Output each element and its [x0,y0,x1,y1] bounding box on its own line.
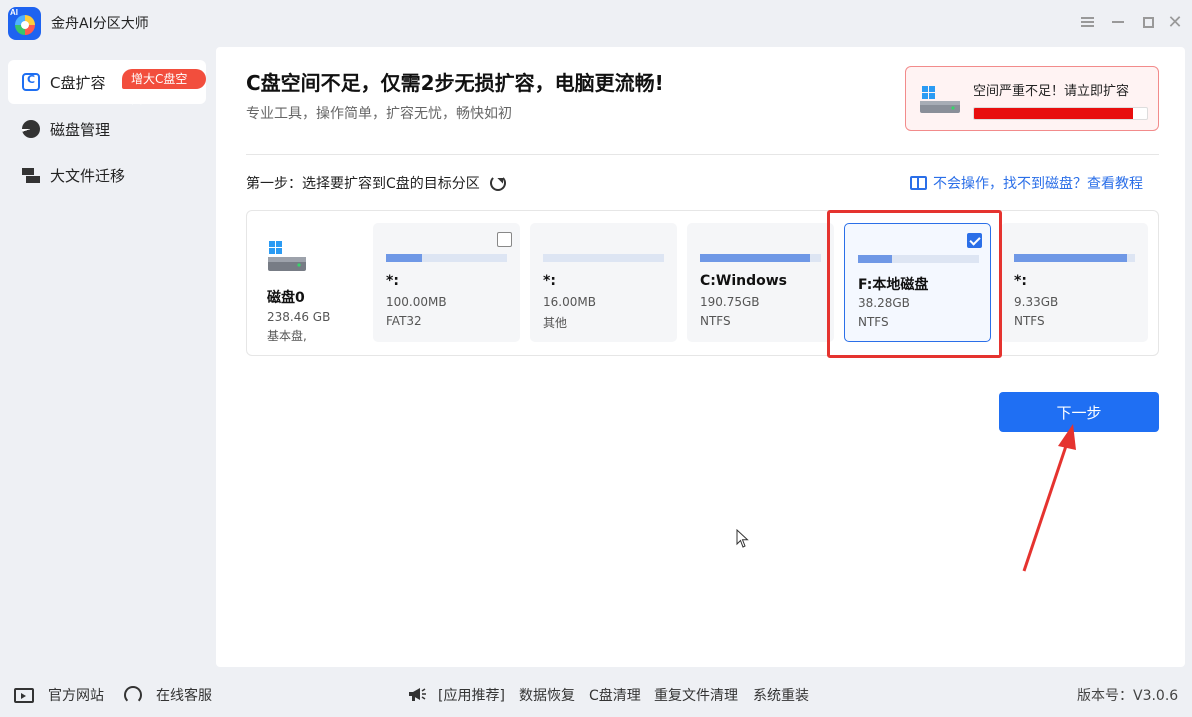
partition-checkbox-checked[interactable] [967,233,982,248]
partition-name: F:本地磁盘 [858,277,929,293]
divider [246,154,1159,155]
partition-size: 100.00MB [386,295,447,309]
mouse-cursor-icon [736,529,749,548]
space-warning-card[interactable]: 空间严重不足！请立即扩容 [905,66,1159,131]
title-bar: AI 金舟AI分区大师 ✕ [0,0,1192,46]
page-subtitle: 专业工具，操作简单，扩容无忧，畅快如初 [246,106,512,122]
partition-checkbox[interactable] [497,232,512,247]
partition-size: 9.33GB [1014,295,1059,309]
partition-usage-bar [1014,254,1135,262]
sidebar-item-c-expand[interactable]: C盘扩容 增大C盘空间 [8,60,206,106]
partition-usage-fill [386,254,423,262]
space-warning-text: 空间严重不足！请立即扩容 [973,84,1130,99]
sidebar-item-disk-manage[interactable]: 磁盘管理 [8,107,206,151]
disk-type: 基本盘, [267,329,307,343]
partition-size: 38.28GB [858,296,910,310]
partition-name: *: [543,273,556,289]
partition-card[interactable]: C:Windows 190.75GB NTFS [687,223,834,342]
c-drive-icon [22,73,40,91]
partition-usage-bar [386,254,507,262]
partition-card[interactable]: *: 9.33GB NTFS [1001,223,1148,342]
page-title: C盘空间不足，仅需2步无损扩容，电脑更流畅! [246,71,664,95]
help-link-text: 不会操作，找不到磁盘？查看教程 [933,176,1143,192]
partition-usage-bar [700,254,821,262]
sidebar-item-label: 磁盘管理 [50,120,111,139]
partition-usage-fill [1014,254,1127,262]
sidebar-badge: 增大C盘空间 [122,69,206,106]
sidebar-item-file-migrate[interactable]: 大文件迁移 [8,153,206,197]
footer-link-data-recovery[interactable]: 数据恢复 [519,685,575,705]
footer: 官方网站 在线客服 [应用推荐] 数据恢复 C盘清理 重复文件清理 系统重装 版… [0,672,1192,717]
menu-icon[interactable] [1077,12,1097,32]
space-usage-bar [973,107,1148,120]
hard-disk-icon [268,241,306,271]
partition-usage-bar [858,255,979,263]
partition-card-selected[interactable]: F:本地磁盘 38.28GB NTFS [844,223,991,342]
sidebar-item-label: 大文件迁移 [50,166,126,185]
partition-filesystem: NTFS [1014,314,1045,328]
partition-card[interactable]: *: 100.00MB FAT32 [373,223,520,342]
low-space-drive-icon [920,86,960,113]
partition-filesystem: FAT32 [386,314,422,328]
disk-row: 磁盘0 238.46 GB 基本盘, *: 100.00MB FAT32 *: … [246,210,1159,356]
partition-name: C:Windows [700,273,787,289]
partition-card[interactable]: *: 16.00MB 其他 [530,223,677,342]
close-icon[interactable]: ✕ [1165,12,1185,33]
maximize-icon[interactable] [1138,12,1158,32]
partition-filesystem: 其他 [543,316,568,330]
pie-chart-icon [22,120,40,138]
sidebar-item-label: C盘扩容 [50,73,106,92]
megaphone-icon [409,688,426,701]
footer-link-duplicate-clean[interactable]: 重复文件清理 [654,685,738,705]
partition-filesystem: NTFS [858,315,889,329]
disk-info: 磁盘0 238.46 GB 基本盘, [267,239,367,344]
app-logo-icon: AI [8,7,41,40]
logo-ai-text: AI [10,8,18,17]
partition-size: 190.75GB [700,295,760,309]
partition-filesystem: NTFS [700,314,731,328]
minimize-icon[interactable] [1108,12,1128,32]
main-panel: C盘空间不足，仅需2步无损扩容，电脑更流畅! 专业工具，操作简单，扩容无忧，畅快… [216,47,1185,667]
partition-usage-bar [543,254,664,262]
help-tutorial-link[interactable]: 不会操作，找不到磁盘？查看教程 [910,173,1143,193]
app-recommend-label: [应用推荐] [438,688,505,704]
version-label: 版本号：V3.0.6 [1077,688,1179,704]
footer-link-c-clean[interactable]: C盘清理 [589,685,641,705]
footer-link-system-reinstall[interactable]: 系统重装 [753,685,809,705]
next-step-button[interactable]: 下一步 [999,392,1159,432]
official-site-link[interactable]: 官方网站 [14,685,104,705]
official-site-label: 官方网站 [48,688,104,704]
space-usage-fill [974,108,1134,119]
disk-name: 磁盘0 [267,290,305,306]
migrate-icon [22,166,40,184]
step-one-label: 第一步：选择要扩容到C盘的目标分区 [246,173,506,193]
partition-usage-fill [858,255,892,263]
disk-size: 238.46 GB [267,310,331,324]
partition-name: *: [1014,273,1027,289]
online-service-label: 在线客服 [156,688,212,704]
partition-usage-fill [700,254,811,262]
step-one-text: 第一步：选择要扩容到C盘的目标分区 [246,176,480,192]
monitor-icon [14,687,34,703]
partition-size: 16.00MB [543,295,596,309]
app-title: 金舟AI分区大师 [51,16,149,32]
headset-icon [124,686,142,704]
book-icon [910,176,927,190]
partition-name: *: [386,273,399,289]
online-service-link[interactable]: 在线客服 [124,685,212,705]
refresh-icon[interactable] [489,175,506,191]
